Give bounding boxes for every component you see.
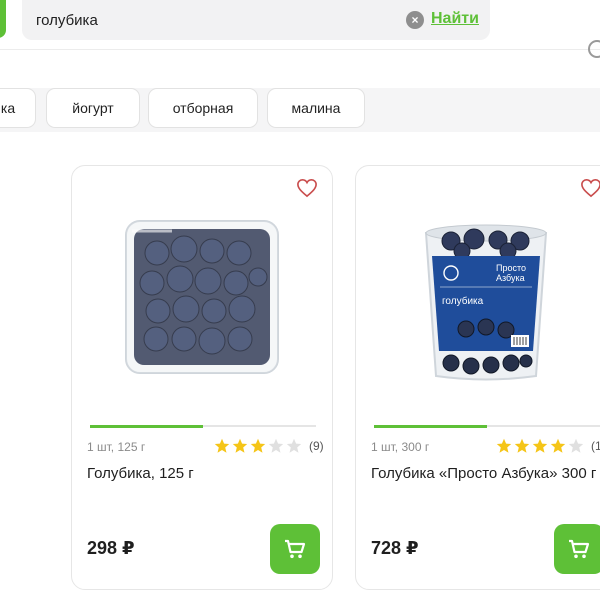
product-image[interactable]: Просто Азбука голубика <box>396 211 576 386</box>
product-title[interactable]: Голубика «Просто Азбука» 300 г <box>371 464 600 484</box>
star-icon <box>532 438 548 453</box>
product-title[interactable]: Голубика, 125 г <box>87 464 327 484</box>
search-input[interactable] <box>36 9 396 31</box>
cart-icon <box>285 539 306 559</box>
star-icon <box>568 438 584 453</box>
search-submit-link[interactable]: Найти <box>431 10 479 28</box>
review-count[interactable]: (14 <box>591 439 600 453</box>
star-icon <box>550 438 566 453</box>
star-icon <box>286 438 302 453</box>
search-header: × Найти <box>0 0 600 58</box>
tag-chip[interactable]: йогурт <box>46 88 140 128</box>
rating-stars: (9) <box>214 437 324 455</box>
heart-icon[interactable] <box>296 178 318 198</box>
image-gallery-indicator <box>90 425 316 428</box>
add-to-cart-button[interactable] <box>270 524 320 574</box>
package-product-name: голубика <box>442 295 484 307</box>
tag-chip[interactable]: ка <box>0 88 36 128</box>
star-icon <box>250 438 266 453</box>
star-icon <box>214 438 230 453</box>
star-icon <box>514 438 530 453</box>
product-card[interactable]: 1 шт, 125 г (9) Голубика, 125 г 298 ₽ <box>71 165 333 590</box>
product-unit: 1 шт, 125 г <box>87 440 146 454</box>
product-unit: 1 шт, 300 г <box>371 440 430 454</box>
search-box: × Найти <box>22 0 490 40</box>
cart-icon <box>569 539 590 559</box>
tag-suggestions: ка йогурт отборная малина <box>0 88 600 132</box>
rating-stars: (14 <box>496 437 600 455</box>
tag-chip[interactable]: малина <box>267 88 365 128</box>
image-gallery-indicator-fill <box>374 425 487 428</box>
package-brand-line1: Просто <box>496 263 526 273</box>
user-icon[interactable] <box>588 40 600 58</box>
tag-chip[interactable]: отборная <box>148 88 258 128</box>
heart-icon[interactable] <box>580 178 600 198</box>
clear-icon[interactable]: × <box>406 11 424 29</box>
star-icon <box>268 438 284 453</box>
menu-button[interactable] <box>0 0 6 38</box>
package-brand-line2: Азбука <box>496 273 525 283</box>
product-price: 298 ₽ <box>87 538 135 558</box>
product-image[interactable] <box>112 211 292 386</box>
star-icon <box>496 438 512 453</box>
star-icon <box>232 438 248 453</box>
review-count[interactable]: (9) <box>309 439 324 453</box>
product-price: 728 ₽ <box>371 538 419 558</box>
image-gallery-indicator <box>374 425 600 428</box>
image-gallery-indicator-fill <box>90 425 203 428</box>
product-card[interactable]: Просто Азбука голубика 1 шт, 300 г (14 Г… <box>355 165 600 590</box>
add-to-cart-button[interactable] <box>554 524 600 574</box>
